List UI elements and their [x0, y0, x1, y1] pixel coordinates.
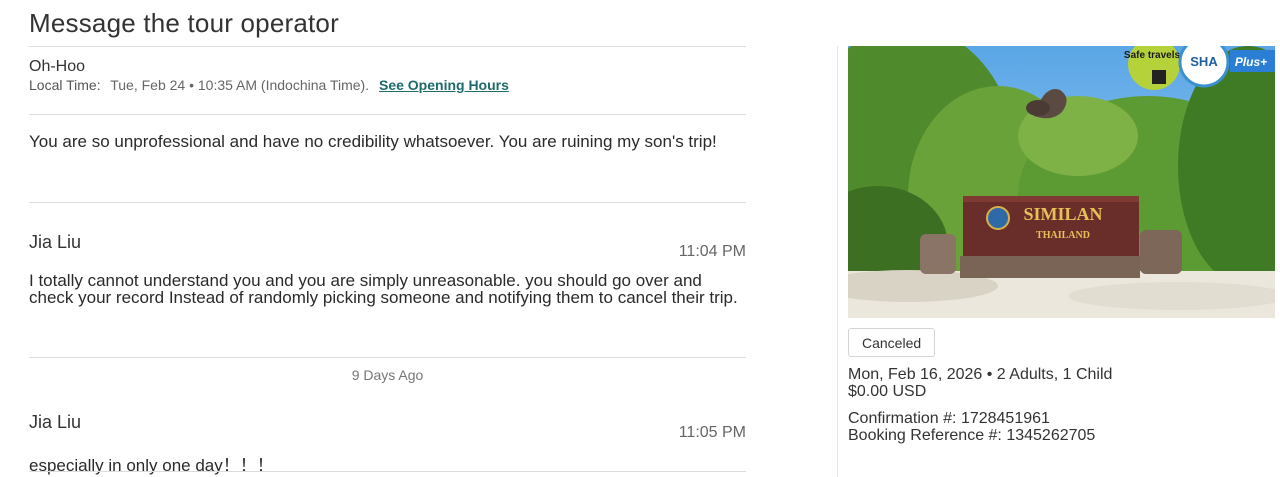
divider — [29, 202, 746, 203]
operator-name: Oh-Hoo — [29, 58, 86, 75]
confirmation-number: Confirmation #: 1728451961 — [848, 410, 1050, 427]
sha-badge: SHA — [1190, 54, 1218, 69]
page-title: Message the tour operator — [29, 8, 339, 38]
sign-text-similan: SIMILAN — [1023, 204, 1102, 224]
message-text: You are so unprofessional and have no cr… — [29, 132, 717, 151]
column-divider — [837, 46, 838, 477]
message-sender: Jia Liu — [29, 232, 82, 252]
divider — [29, 46, 746, 47]
local-time-label: Local Time: — [29, 77, 101, 93]
message-text-line: I totally cannot understand you and you … — [29, 271, 702, 290]
opening-hours-link[interactable]: See Opening Hours — [379, 77, 509, 93]
message-time: 11:04 PM — [678, 243, 746, 260]
sha-plus-badge: Plus+ — [1235, 55, 1267, 69]
message-sender: Jia Liu — [29, 412, 82, 432]
local-time-row: Local Time: Tue, Feb 24 • 10:35 AM (Indo… — [29, 77, 509, 93]
divider — [29, 471, 746, 472]
message-time: 11:05 PM — [678, 424, 746, 441]
sign-text-thailand: THAILAND — [1036, 230, 1090, 241]
divider — [29, 357, 746, 358]
safe-travels-badge: Safe travels — [1124, 50, 1181, 61]
tour-photo-illustration: SIMILAN THAILAND Safe travels SHA Plus+ — [848, 46, 1275, 318]
booking-reference: Booking Reference #: 1345262705 — [848, 427, 1096, 444]
status-badge: Canceled — [848, 328, 936, 357]
booking-date-guests: Mon, Feb 16, 2026 • 2 Adults, 1 Child — [848, 366, 1113, 383]
local-time-value: Tue, Feb 24 • 10:35 AM (Indochina Time). — [110, 77, 370, 93]
tour-photo[interactable]: SIMILAN THAILAND Safe travels SHA Plus+ — [848, 46, 1275, 318]
booking-price: $0.00 USD — [848, 383, 927, 400]
divider — [29, 114, 746, 115]
message-panel: Message the tour operator Oh-Hoo Local T… — [29, 0, 746, 477]
message-text-line: check your record Instead of randomly pi… — [29, 288, 738, 307]
days-ago-separator: 9 Days Ago — [351, 367, 424, 383]
